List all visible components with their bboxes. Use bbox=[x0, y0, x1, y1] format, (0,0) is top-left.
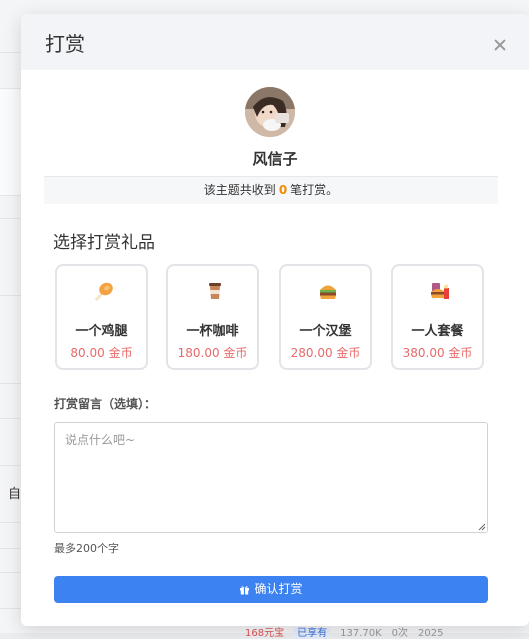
background-cell: 0次 bbox=[391, 628, 409, 639]
hamburger-icon bbox=[317, 280, 339, 302]
background-text: 自 bbox=[8, 487, 22, 502]
message-input[interactable] bbox=[54, 422, 488, 533]
chicken-leg-icon bbox=[93, 280, 115, 302]
dialog-header: 打赏 bbox=[21, 14, 529, 70]
background-panel bbox=[0, 89, 22, 195]
gift-name: 一个鸡腿 bbox=[75, 324, 128, 339]
confirm-label: 确认打赏 bbox=[254, 582, 303, 596]
avatar-image bbox=[245, 87, 295, 137]
confirm-reward-button[interactable]: 确认打赏 bbox=[54, 576, 488, 603]
background-cell: 2025 bbox=[418, 628, 444, 639]
reward-summary: 该主题共收到 0 笔打赏。 bbox=[44, 176, 498, 204]
background-row: 168元宝 已享有 137.70K 0次 2025 bbox=[245, 624, 453, 639]
summary-prefix: 该主题共收到 bbox=[203, 183, 276, 197]
gift-section-title: 选择打赏礼品 bbox=[53, 233, 155, 253]
gift-option-chicken-leg[interactable]: 一个鸡腿 80.00 金币 bbox=[55, 264, 148, 370]
gift-price: 380.00 金币 bbox=[402, 346, 473, 360]
resize-handle-icon[interactable] bbox=[478, 523, 486, 531]
message-limit-hint: 最多200个字 bbox=[54, 542, 119, 555]
gift-price: 280.00 金币 bbox=[290, 346, 361, 360]
gift-price: 180.00 金币 bbox=[177, 346, 248, 360]
summary-suffix: 笔打赏。 bbox=[290, 183, 339, 197]
recipient-name: 风信子 bbox=[252, 150, 298, 168]
background-badge: 已享有 bbox=[294, 628, 331, 639]
close-icon[interactable] bbox=[493, 38, 507, 52]
gift-name: 一人套餐 bbox=[411, 324, 464, 339]
gift-icon bbox=[239, 578, 250, 605]
gift-option-hamburger[interactable]: 一个汉堡 280.00 金币 bbox=[279, 264, 372, 370]
avatar bbox=[245, 87, 295, 137]
gift-price: 80.00 金币 bbox=[70, 346, 133, 360]
meal-combo-icon bbox=[429, 280, 451, 302]
reward-count: 0 bbox=[278, 183, 288, 197]
gift-option-coffee[interactable]: 一杯咖啡 180.00 金币 bbox=[166, 264, 259, 370]
coffee-icon bbox=[204, 280, 226, 302]
gift-option-meal-combo[interactable]: 一人套餐 380.00 金币 bbox=[391, 264, 484, 370]
gift-name: 一杯咖啡 bbox=[186, 324, 239, 339]
background-cell: 137.70K bbox=[340, 628, 382, 639]
message-label: 打赏留言（选填）： bbox=[54, 397, 157, 411]
reward-dialog: 打赏 风信子 该主题共收到 0 笔打赏。 选择打赏礼品 一个鸡腿 80.00 金… bbox=[21, 14, 529, 626]
background-cell: 168元宝 bbox=[245, 628, 285, 639]
dialog-title: 打赏 bbox=[45, 32, 85, 56]
gift-name: 一个汉堡 bbox=[299, 324, 352, 339]
